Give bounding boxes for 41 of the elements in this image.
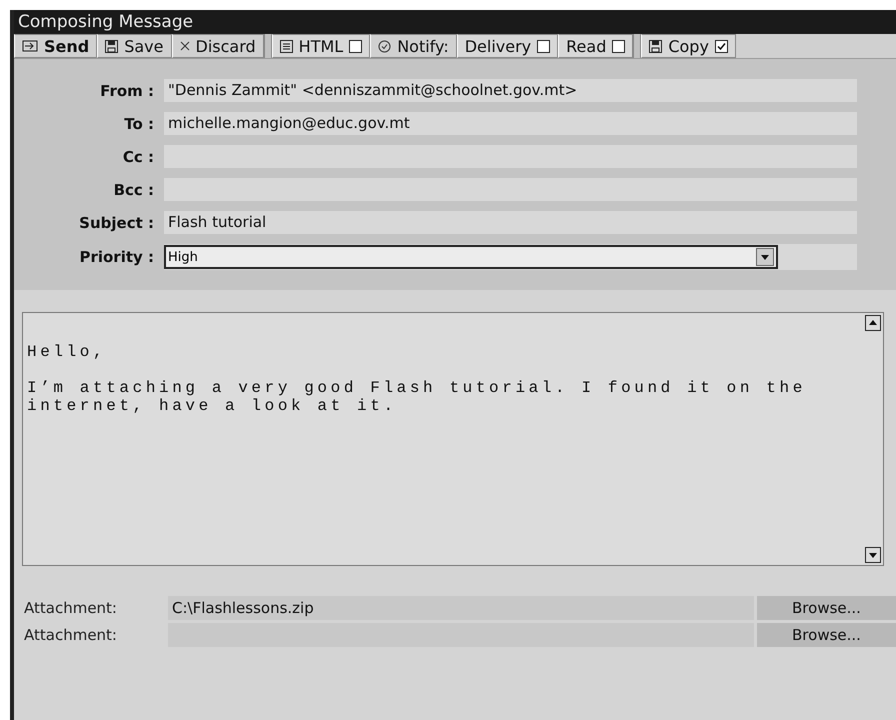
attachment-field[interactable]: C:\Flashlessons.zip: [168, 596, 754, 620]
message-text: I’m attaching a very good Flash tutorial. I found it on the internet, have a look at it.: [27, 379, 807, 415]
close-icon: [180, 41, 190, 51]
toolbar-button[interactable]: Discard: [172, 34, 264, 58]
checkbox[interactable]: [612, 40, 626, 52]
toolbar-toggle[interactable]: Read: [558, 34, 634, 58]
browse-button[interactable]: Browse...: [756, 623, 896, 647]
message-field[interactable]: Hello, I’m attaching a very good Flash tutorial. I found it on the internet, have a look at it.: [22, 312, 884, 566]
dropdown-button[interactable]: [756, 248, 774, 266]
save-icon: [105, 40, 118, 52]
check-circle-icon: [378, 40, 392, 52]
scroll-up-icon[interactable]: [865, 315, 881, 331]
attachment-label: Attachment:: [23, 626, 118, 644]
toolbar-button[interactable]: Save: [97, 34, 172, 58]
message-text: Hello,: [27, 343, 108, 361]
field-label: Cc :: [122, 148, 155, 166]
toolbar-label: Notify:: [370, 34, 457, 58]
caret-icon: [761, 254, 769, 260]
field-label: From :: [99, 82, 155, 100]
window-title: Composing Message: [14, 10, 896, 34]
field-label: Priority :: [78, 248, 155, 266]
input-field[interactable]: Flash tutorial: [164, 211, 857, 234]
send-button[interactable]: Send: [14, 34, 98, 58]
scroll-down-icon[interactable]: [865, 547, 881, 563]
field-label: To :: [123, 114, 155, 132]
toolbar-toggle[interactable]: Copy: [641, 34, 736, 58]
input-field[interactable]: michelle.mangion@educ.gov.mt: [164, 112, 857, 135]
browse-button[interactable]: Browse...: [756, 596, 896, 620]
field-label: Subject :: [78, 214, 155, 232]
input-field[interactable]: "Dennis Zammit" <denniszammit@schoolnet.gov.mt>: [164, 79, 857, 102]
toolbar-toggle[interactable]: HTML: [272, 34, 370, 58]
priority-select[interactable]: High: [164, 245, 778, 269]
send-icon: [22, 40, 38, 52]
checkbox[interactable]: [714, 40, 728, 52]
save-icon: [649, 40, 662, 52]
checkbox[interactable]: [537, 40, 550, 52]
checkbox[interactable]: [349, 40, 362, 52]
field-label: Bcc :: [112, 180, 155, 198]
toolbar-toggle[interactable]: Delivery: [456, 34, 558, 58]
attachment-label: Attachment:: [23, 599, 118, 617]
list-icon: [280, 40, 293, 52]
